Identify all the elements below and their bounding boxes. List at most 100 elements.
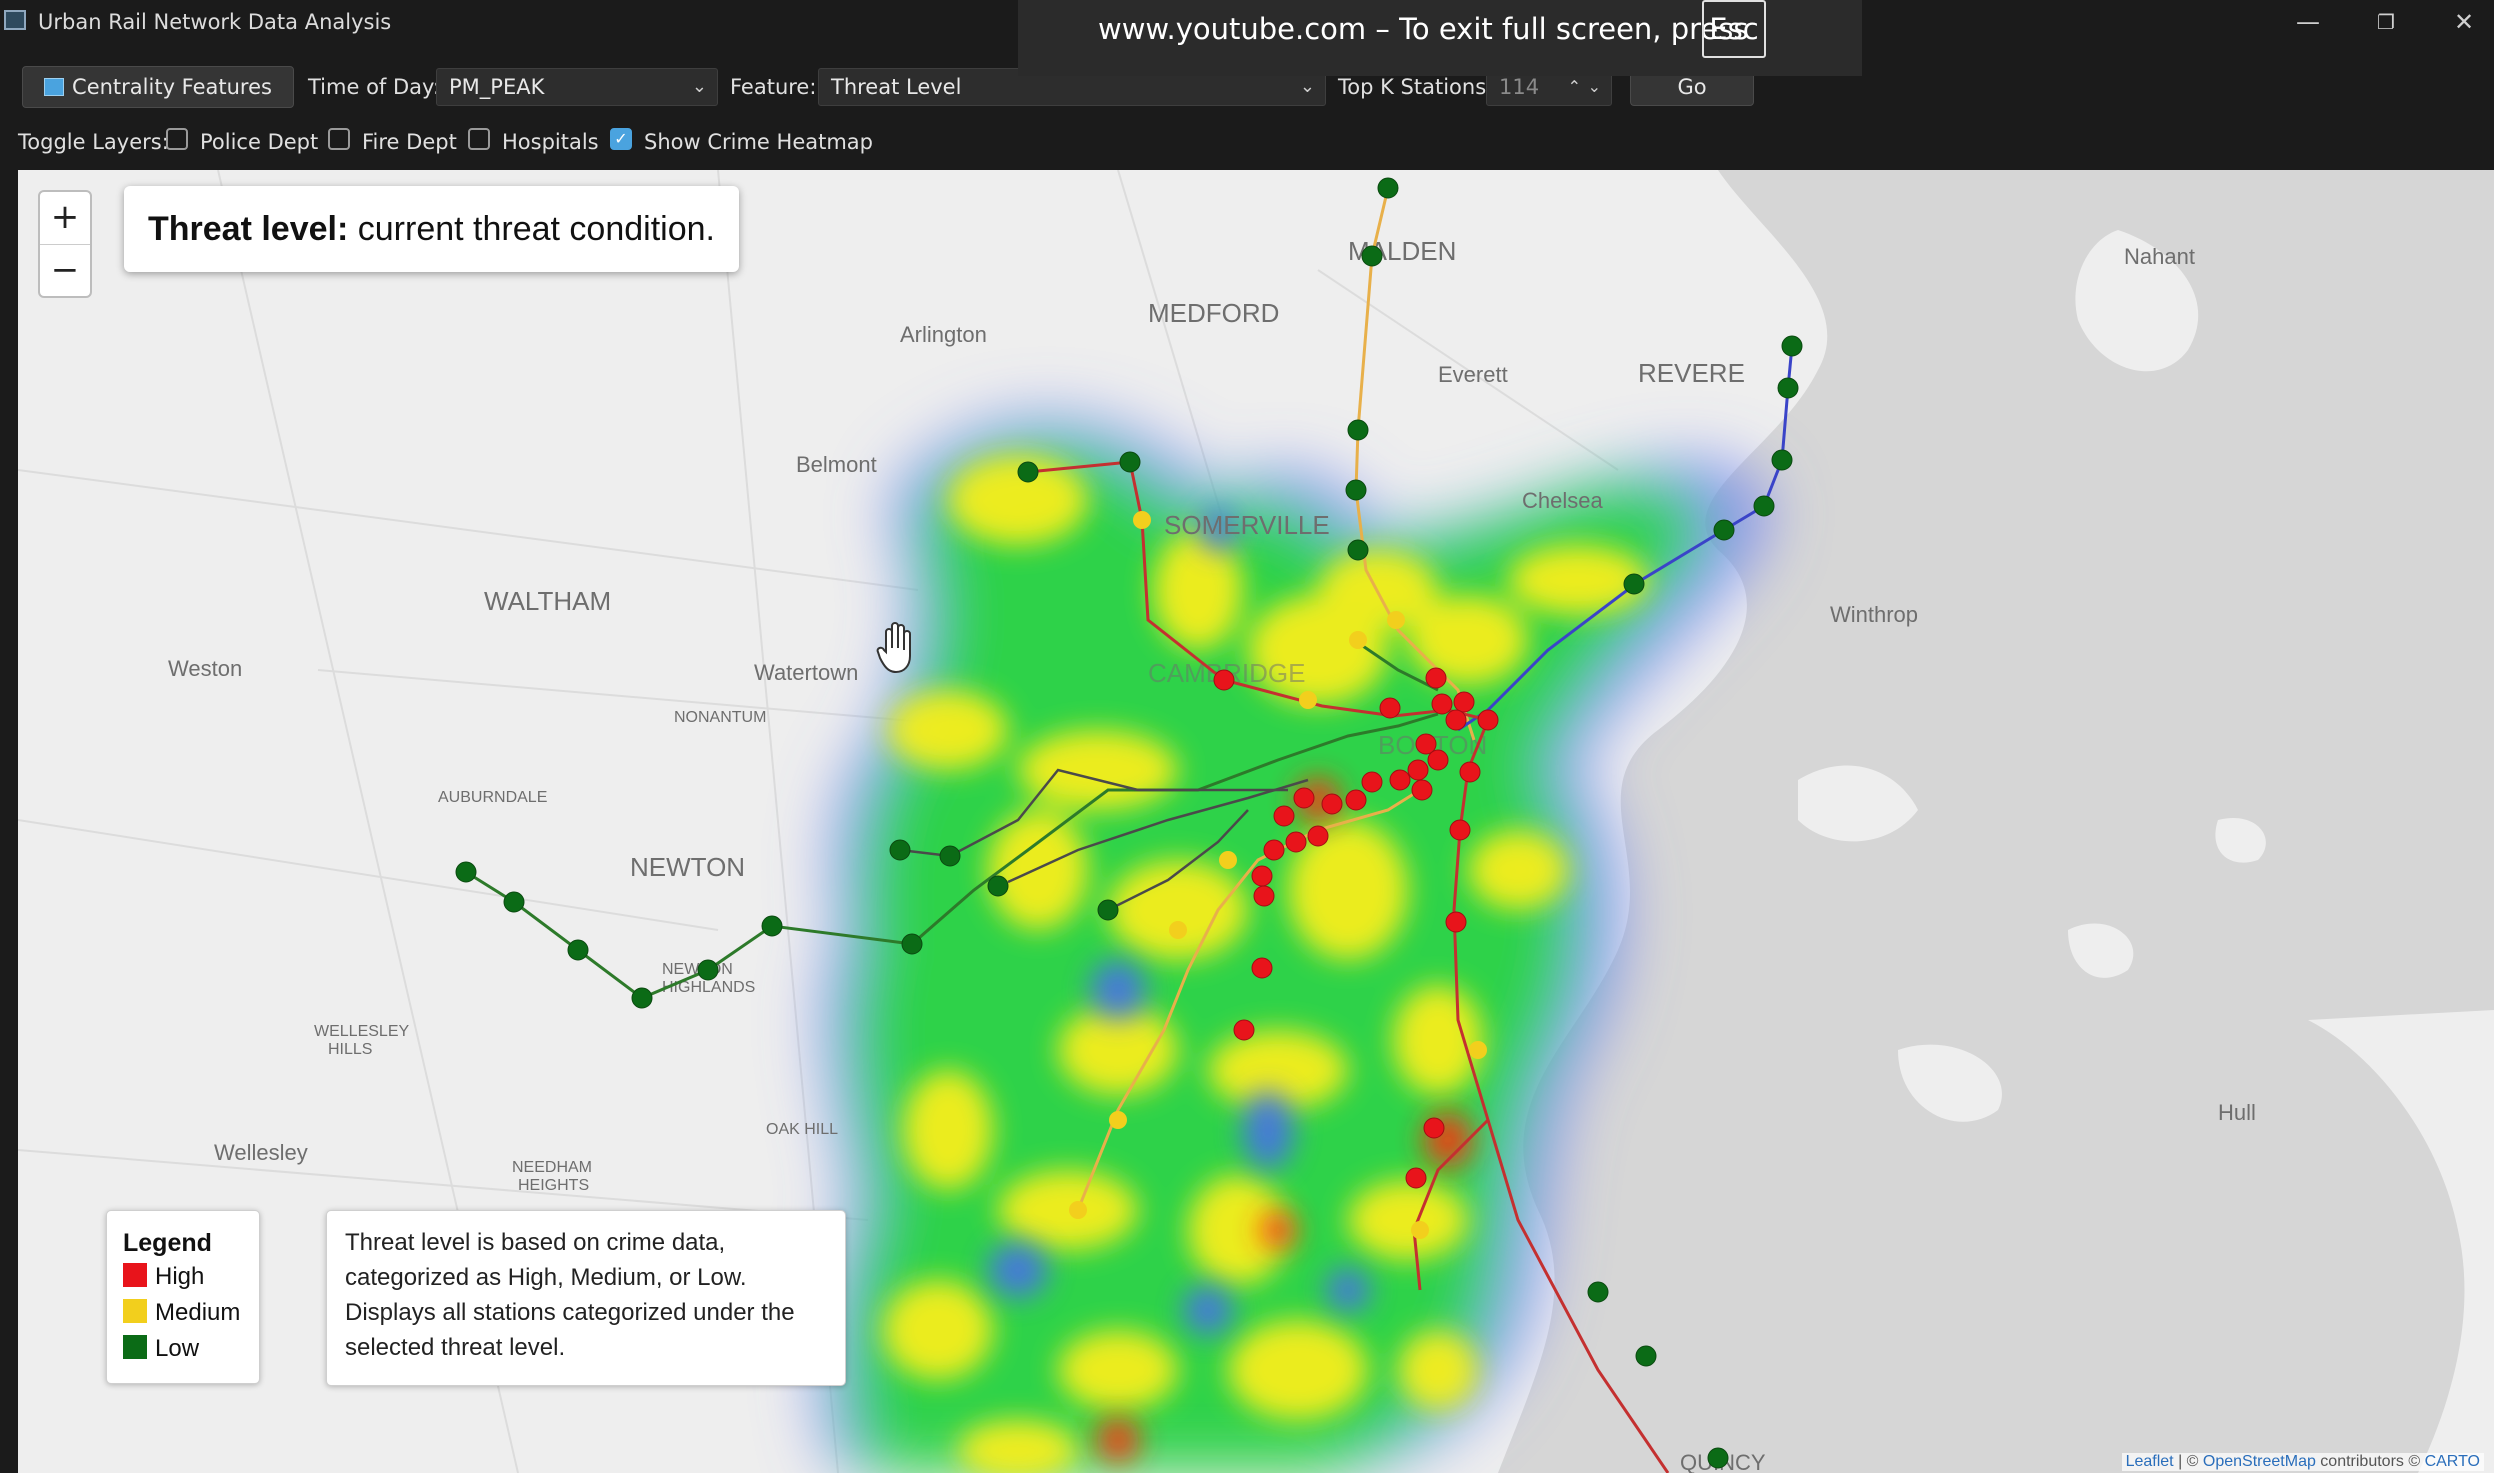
place-label: HIGHLANDS <box>662 979 755 996</box>
station-marker-low[interactable] <box>901 933 923 955</box>
place-label: Winthrop <box>1830 602 1918 627</box>
legend-label-high: High <box>155 1263 205 1290</box>
place-label: NEWTON <box>630 852 745 882</box>
place-label: HILLS <box>328 1041 372 1058</box>
station-marker-medium[interactable] <box>1349 631 1367 649</box>
station-marker-high[interactable] <box>1411 779 1433 801</box>
station-marker-low[interactable] <box>1777 377 1799 399</box>
leaflet-link[interactable]: Leaflet <box>2126 1453 2174 1470</box>
station-marker-medium[interactable] <box>1411 1221 1429 1239</box>
station-marker-low[interactable] <box>1119 451 1141 473</box>
station-marker-low[interactable] <box>1713 519 1735 541</box>
time-of-day-select[interactable]: PM_PEAK ⌄ <box>436 68 718 106</box>
station-marker-low[interactable] <box>455 861 477 883</box>
station-marker-high[interactable] <box>1445 709 1467 731</box>
station-marker-low[interactable] <box>1347 419 1369 441</box>
place-label: WELLESLEY <box>314 1023 409 1040</box>
station-marker-low[interactable] <box>1623 573 1645 595</box>
station-marker-high[interactable] <box>1251 865 1273 887</box>
station-marker-high[interactable] <box>1273 805 1295 827</box>
zoom-in-button[interactable]: + <box>40 192 90 244</box>
zoom-out-button[interactable]: − <box>40 245 90 297</box>
station-marker-low[interactable] <box>1753 495 1775 517</box>
fire-dept-checkbox[interactable] <box>328 128 350 150</box>
chart-icon <box>44 78 65 96</box>
station-marker-medium[interactable] <box>1387 611 1405 629</box>
station-marker-high[interactable] <box>1431 693 1453 715</box>
station-marker-low[interactable] <box>503 891 525 913</box>
osm-link[interactable]: OpenStreetMap <box>2203 1453 2316 1470</box>
map-view[interactable]: MALDEN MEDFORD Arlington Everett REVERE … <box>18 170 2494 1473</box>
maximize-button[interactable]: ❐ <box>2356 4 2416 40</box>
station-marker-medium[interactable] <box>1469 1041 1487 1059</box>
station-marker-low[interactable] <box>1017 461 1039 483</box>
station-marker-medium[interactable] <box>1133 511 1151 529</box>
station-marker-high[interactable] <box>1405 1167 1427 1189</box>
station-marker-low[interactable] <box>567 939 589 961</box>
station-marker-high[interactable] <box>1253 885 1275 907</box>
centrality-features-button[interactable]: Centrality Features <box>22 66 294 108</box>
station-marker-low[interactable] <box>1345 479 1367 501</box>
description-line: categorized as High, Medium, or Low. <box>345 1264 747 1291</box>
station-marker-medium[interactable] <box>1069 1201 1087 1219</box>
station-marker-low[interactable] <box>761 915 783 937</box>
place-label: NONANTUM <box>674 709 766 726</box>
police-dept-label: Police Dept <box>200 130 319 154</box>
station-marker-low[interactable] <box>1635 1345 1657 1367</box>
station-marker-low[interactable] <box>1097 899 1119 921</box>
station-marker-high[interactable] <box>1285 831 1307 853</box>
station-marker-low[interactable] <box>697 959 719 981</box>
map-attribution: Leaflet | © OpenStreetMap contributors ©… <box>2121 1453 2484 1471</box>
station-marker-high[interactable] <box>1251 957 1273 979</box>
station-marker-high[interactable] <box>1293 787 1315 809</box>
close-button[interactable]: ✕ <box>2434 4 2494 40</box>
station-marker-low[interactable] <box>889 839 911 861</box>
station-marker-low[interactable] <box>1707 1447 1729 1469</box>
station-marker-low[interactable] <box>1347 539 1369 561</box>
station-marker-low[interactable] <box>1781 335 1803 357</box>
station-marker-high[interactable] <box>1361 771 1383 793</box>
station-marker-low[interactable] <box>939 845 961 867</box>
station-marker-high[interactable] <box>1423 1117 1445 1139</box>
minimize-button[interactable]: — <box>2278 4 2338 40</box>
station-marker-high[interactable] <box>1425 667 1447 689</box>
zoom-control: + − <box>38 190 92 298</box>
place-label: REVERE <box>1638 358 1745 388</box>
attribution-separator: | © <box>2173 1453 2203 1470</box>
station-marker-high[interactable] <box>1263 839 1285 861</box>
hospitals-checkbox[interactable] <box>468 128 490 150</box>
station-marker-low[interactable] <box>631 987 653 1009</box>
station-marker-medium[interactable] <box>1219 851 1237 869</box>
station-marker-high[interactable] <box>1307 825 1329 847</box>
station-marker-low[interactable] <box>1377 177 1399 199</box>
station-marker-high[interactable] <box>1449 819 1471 841</box>
time-of-day-value: PM_PEAK <box>449 75 545 99</box>
station-marker-medium[interactable] <box>1169 921 1187 939</box>
station-marker-medium[interactable] <box>1109 1111 1127 1129</box>
station-marker-high[interactable] <box>1321 793 1343 815</box>
station-marker-high[interactable] <box>1477 709 1499 731</box>
place-label: NEEDHAM <box>512 1159 592 1176</box>
station-marker-high[interactable] <box>1213 669 1235 691</box>
station-marker-high[interactable] <box>1453 691 1475 713</box>
station-marker-low[interactable] <box>1771 449 1793 471</box>
station-marker-low[interactable] <box>1361 245 1383 267</box>
station-marker-high[interactable] <box>1233 1019 1255 1041</box>
carto-link[interactable]: CARTO <box>2425 1453 2480 1470</box>
station-marker-high[interactable] <box>1407 759 1429 781</box>
crime-heatmap-checkbox[interactable]: ✓ <box>610 128 632 150</box>
station-marker-low[interactable] <box>1587 1281 1609 1303</box>
station-marker-high[interactable] <box>1459 761 1481 783</box>
hospitals-label: Hospitals <box>502 130 599 154</box>
station-marker-high[interactable] <box>1389 769 1411 791</box>
police-dept-checkbox[interactable] <box>166 128 188 150</box>
station-marker-high[interactable] <box>1345 789 1367 811</box>
station-marker-high[interactable] <box>1427 749 1449 771</box>
legend-label-medium: Medium <box>155 1299 241 1326</box>
station-marker-high[interactable] <box>1379 697 1401 719</box>
station-marker-high[interactable] <box>1445 911 1467 933</box>
station-marker-medium[interactable] <box>1299 691 1317 709</box>
place-label: Weston <box>168 656 242 681</box>
station-marker-low[interactable] <box>987 875 1009 897</box>
legend-title: Legend <box>123 1229 212 1257</box>
